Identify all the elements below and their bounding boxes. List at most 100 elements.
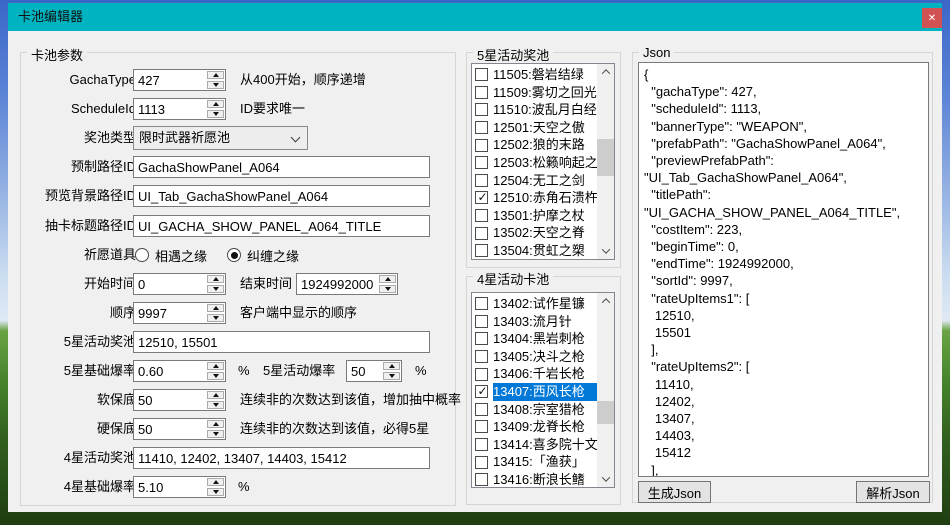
pool4-scrollbar[interactable] <box>597 293 614 487</box>
base-rate-5-value[interactable] <box>134 361 206 381</box>
list-item[interactable]: 13406:千岩长枪 <box>472 365 597 383</box>
list-item[interactable]: 12503:松籁响起之时 <box>472 154 597 172</box>
list-item[interactable]: 13403:流月针 <box>472 313 597 331</box>
checkbox-icon[interactable] <box>475 156 488 169</box>
spin-down-icon[interactable] <box>207 81 224 89</box>
list-item[interactable]: 13416:断浪长鳍 <box>472 471 597 487</box>
pool4-list[interactable]: 13402:试作星镰13403:流月针13404:黑岩刺枪13405:决斗之枪1… <box>471 292 615 488</box>
sort-value[interactable] <box>134 303 206 323</box>
generate-json-button[interactable]: 生成Json <box>638 481 711 503</box>
preview-path-input[interactable] <box>133 185 430 207</box>
rate-up-5-value[interactable] <box>134 332 429 352</box>
spin-down-icon[interactable] <box>207 488 224 496</box>
checkbox-icon[interactable] <box>475 473 488 486</box>
base-rate-4-input[interactable] <box>133 476 226 498</box>
spin-up-icon[interactable] <box>207 275 224 283</box>
spin-up-icon[interactable] <box>379 275 396 283</box>
list-item[interactable]: 13408:宗室猎枪 <box>472 401 597 419</box>
pool-type-dropdown[interactable]: 限时武器祈愿池 <box>133 126 308 150</box>
gacha-type-input[interactable] <box>133 69 226 91</box>
checkbox-icon[interactable] <box>475 227 488 240</box>
spin-down-icon[interactable] <box>383 372 400 380</box>
prefab-path-input[interactable] <box>133 156 430 178</box>
spin-up-icon[interactable] <box>207 71 224 79</box>
list-item[interactable]: 13409:龙脊长枪 <box>472 418 597 436</box>
end-time-input[interactable] <box>296 273 398 295</box>
base-rate-4-value[interactable] <box>134 477 206 497</box>
checkbox-icon[interactable] <box>475 68 488 81</box>
schedule-id-input[interactable] <box>133 98 226 120</box>
parse-json-button[interactable]: 解析Json <box>856 481 930 503</box>
event-rate-5-input[interactable] <box>346 360 402 382</box>
close-button[interactable]: ✕ <box>922 8 942 28</box>
scroll-down-icon[interactable] <box>597 243 614 259</box>
begin-time-value[interactable] <box>134 274 206 294</box>
title-path-value[interactable] <box>134 216 429 236</box>
scrollbar-thumb[interactable] <box>597 401 614 424</box>
list-item[interactable]: 12502:狼的末路 <box>472 136 597 154</box>
spin-up-icon[interactable] <box>207 304 224 312</box>
checkbox-icon[interactable] <box>475 191 488 204</box>
checkbox-icon[interactable] <box>475 385 488 398</box>
soft-pity-value[interactable] <box>134 390 206 410</box>
radio-icon[interactable] <box>227 248 241 262</box>
list-item[interactable]: 13501:护摩之杖 <box>472 207 597 225</box>
scrollbar-thumb[interactable] <box>597 139 614 176</box>
spin-down-icon[interactable] <box>207 372 224 380</box>
spin-down-icon[interactable] <box>207 110 224 118</box>
base-rate-5-input[interactable] <box>133 360 226 382</box>
radio-label[interactable]: 相遇之缘 <box>155 246 207 265</box>
checkbox-icon[interactable] <box>475 350 488 363</box>
checkbox-icon[interactable] <box>475 174 488 187</box>
checkbox-icon[interactable] <box>475 368 488 381</box>
checkbox-icon[interactable] <box>475 103 488 116</box>
begin-time-input[interactable] <box>133 273 226 295</box>
list-item[interactable]: 13402:试作星镰 <box>472 295 597 313</box>
checkbox-icon[interactable] <box>475 139 488 152</box>
sort-input[interactable] <box>133 302 226 324</box>
spin-up-icon[interactable] <box>207 391 224 399</box>
scroll-up-icon[interactable] <box>597 64 614 80</box>
end-time-value[interactable] <box>297 274 378 294</box>
spin-down-icon[interactable] <box>379 285 396 293</box>
checkbox-icon[interactable] <box>475 86 488 99</box>
checkbox-icon[interactable] <box>475 420 488 433</box>
list-item[interactable]: 11509:雾切之回光 <box>472 84 597 102</box>
spin-down-icon[interactable] <box>207 430 224 438</box>
radio-icon[interactable] <box>135 248 149 262</box>
list-item[interactable]: 13404:黑岩刺枪 <box>472 330 597 348</box>
title-path-input[interactable] <box>133 215 430 237</box>
hard-pity-value[interactable] <box>134 419 206 439</box>
list-item[interactable]: 13502:天空之脊 <box>472 224 597 242</box>
title-bar[interactable]: 卡池编辑器 ✕ <box>8 3 942 31</box>
spin-up-icon[interactable] <box>383 362 400 370</box>
rate-up-4-input[interactable] <box>133 447 430 469</box>
checkbox-icon[interactable] <box>475 297 488 310</box>
radio-label[interactable]: 纠缠之缘 <box>247 246 299 265</box>
event-rate-5-value[interactable] <box>347 361 382 381</box>
preview-path-value[interactable] <box>134 186 429 206</box>
list-item[interactable]: 11505:磐岩结绿 <box>472 66 597 84</box>
list-item[interactable]: 13407:西风长枪 <box>472 383 597 401</box>
list-item[interactable]: 13415:「渔获」 <box>472 453 597 471</box>
checkbox-icon[interactable] <box>475 244 488 257</box>
spin-down-icon[interactable] <box>207 314 224 322</box>
scroll-down-icon[interactable] <box>597 471 614 487</box>
list-item[interactable]: 13504:贯虹之槊 <box>472 242 597 259</box>
list-item[interactable]: 13414:喜多院十文字 <box>472 436 597 454</box>
spin-up-icon[interactable] <box>207 362 224 370</box>
scroll-up-icon[interactable] <box>597 293 614 309</box>
list-item[interactable]: 13405:决斗之枪 <box>472 348 597 366</box>
pool5-list[interactable]: 11505:磐岩结绿11509:雾切之回光11510:波乱月白经津12501:天… <box>471 63 615 260</box>
spin-down-icon[interactable] <box>207 401 224 409</box>
checkbox-icon[interactable] <box>475 438 488 451</box>
rate-up-4-value[interactable] <box>134 448 429 468</box>
checkbox-icon[interactable] <box>475 403 488 416</box>
soft-pity-input[interactable] <box>133 389 226 411</box>
checkbox-icon[interactable] <box>475 209 488 222</box>
json-textarea[interactable]: { "gachaType": 427, "scheduleId": 1113, … <box>638 62 929 477</box>
list-item[interactable]: 12501:天空之傲 <box>472 119 597 137</box>
list-item[interactable]: 12510:赤角石溃杵 <box>472 189 597 207</box>
checkbox-icon[interactable] <box>475 332 488 345</box>
schedule-id-value[interactable] <box>134 99 206 119</box>
